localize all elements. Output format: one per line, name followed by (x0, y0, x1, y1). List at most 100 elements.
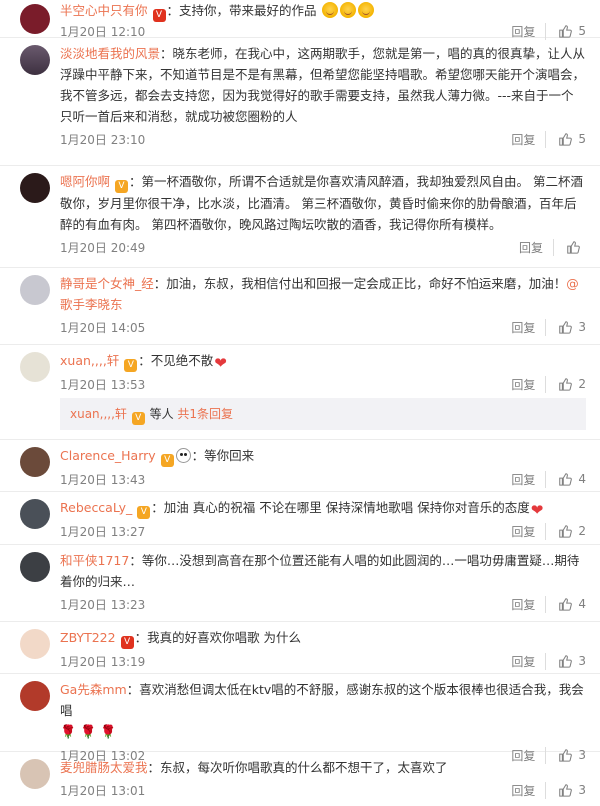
comment-content: ：东叔，每次听你唱歌真的什么都不想干了，太喜欢了 (147, 760, 448, 775)
view-more-replies-link[interactable]: 共1条回复 (177, 407, 233, 421)
reply-button[interactable]: 回复 (511, 595, 547, 613)
like-count: 2 (578, 524, 586, 538)
like-count: 5 (578, 24, 586, 38)
comment-item: RebeccaLy_ V ：加油 真心的祝福 不论在哪里 保持深情地歌唱 保持你对… (0, 492, 600, 545)
thumbs-up-icon (559, 321, 573, 334)
like-button[interactable]: 2 (546, 524, 586, 538)
like-button[interactable]: 5 (546, 24, 586, 38)
comment-meta: 1月20日 13:53 回复 2 (60, 372, 586, 400)
comment-item: Clarence_Harry V ：等你回来 1月20日 13:43 回复 4 (0, 440, 600, 492)
comment-item: 和平侠1717：等你…没想到高音在那个位置还能有人唱的如此圆润的…一唱功毋庸置疑… (0, 545, 600, 622)
like-button[interactable] (554, 240, 586, 254)
comment-content: ：支持你，带来最好的作品 (166, 3, 317, 18)
username-link[interactable]: 麦兜腊肠太爱我 (60, 760, 148, 775)
like-button[interactable]: 3 (546, 783, 586, 797)
sub-reply-others: 等人 (145, 407, 178, 421)
comment-text: 淡淡地看我的风景：晓东老师，在我心中，这两期歌手，您就是第一，唱的真的很真挚，让… (60, 43, 586, 127)
heart-emoji-icon: ❤ (530, 501, 544, 519)
reply-button[interactable]: 回复 (511, 22, 547, 40)
reply-button[interactable]: 回复 (511, 318, 547, 336)
reply-button[interactable]: 回复 (511, 375, 547, 393)
avatar[interactable] (20, 552, 50, 582)
username-link[interactable]: 半空心中只有你 (60, 3, 148, 18)
thumbs-up-icon (559, 784, 573, 797)
comment-content: ：等你回来 (191, 448, 255, 463)
username-link[interactable]: 和平侠1717 (60, 553, 129, 568)
avatar[interactable] (20, 45, 50, 75)
comment-date: 1月20日 13:43 (60, 472, 146, 487)
thumbs-up-icon (559, 378, 573, 391)
username-link[interactable]: xuan,,,,轩 (60, 353, 119, 368)
comment-text: Ga先森mm：喜欢消愁但调太低在ktv唱的不舒服，感谢东叔的这个版本很棒也很适合… (60, 679, 586, 743)
smiley-emoji-icon (357, 2, 374, 18)
like-button[interactable]: 4 (546, 472, 586, 486)
like-count: 3 (578, 783, 586, 797)
comment-text: Clarence_Harry V ：等你回来 (60, 445, 586, 467)
reply-button[interactable]: 回复 (511, 470, 547, 488)
username-link[interactable]: RebeccaLy_ (60, 500, 132, 515)
thumbs-up-icon (559, 525, 573, 538)
username-link[interactable]: ZBYT222 (60, 630, 116, 645)
reply-button[interactable]: 回复 (511, 522, 547, 540)
avatar[interactable] (20, 629, 50, 659)
rose-emoji-icon: 🌹 (80, 725, 97, 740)
sub-reply-user[interactable]: xuan,,,,轩 (70, 407, 127, 421)
avatar[interactable] (20, 275, 50, 305)
username-link[interactable]: Ga先森mm (60, 682, 127, 697)
comment-text: 嗯阿你啊 V ：第一杯酒敬你，所谓不合适就是你喜欢清风醉酒，我却独爱烈风自由。 第… (60, 171, 586, 235)
like-button[interactable]: 4 (546, 597, 586, 611)
comment-content: ：喜欢消愁但调太低在ktv唱的不舒服，感谢东叔的这个版本很棒也很适合我，我会唱 (60, 682, 584, 718)
rose-emoji-icon: 🌹 (100, 725, 117, 740)
reply-button[interactable]: 回复 (511, 652, 547, 670)
comment-text: ZBYT222 V ：我真的好喜欢你唱歌 为什么 (60, 627, 586, 649)
comment-text: 麦兜腊肠太爱我：东叔，每次听你唱歌真的什么都不想干了，太喜欢了 (60, 757, 586, 778)
thumbs-up-icon (559, 655, 573, 668)
comment-meta: 1月20日 13:27 回复 2 (60, 519, 586, 547)
member-badge-icon: V (160, 454, 174, 467)
comment-text: 静哥是个女神_经：加油，东叔，我相信付出和回报一定会成正比，命好不怕运来磨，加油… (60, 273, 586, 315)
comment-item: 淡淡地看我的风景：晓东老师，在我心中，这两期歌手，您就是第一，唱的真的很真挚，让… (0, 38, 600, 166)
thumbs-up-icon (559, 25, 573, 38)
reply-button[interactable]: 回复 (519, 238, 554, 256)
comment-item: 静哥是个女神_经：加油，东叔，我相信付出和回报一定会成正比，命好不怕运来磨，加油… (0, 268, 600, 345)
username-link[interactable]: 嗯阿你啊 (60, 174, 110, 189)
member-badge-icon: V (152, 9, 166, 22)
avatar[interactable] (20, 759, 50, 789)
comment-text: RebeccaLy_ V ：加油 真心的祝福 不论在哪里 保持深情地歌唱 保持你对… (60, 497, 586, 519)
like-count: 5 (578, 132, 586, 146)
like-button[interactable]: 5 (546, 132, 586, 146)
comment-meta: 1月20日 13:23 回复 4 (60, 592, 586, 620)
username-link[interactable]: 静哥是个女神_经 (60, 276, 154, 291)
username-link[interactable]: 淡淡地看我的风景 (60, 46, 160, 61)
comment-feed: 半空心中只有你 V：支持你，带来最好的作品 1月20日 12:10 回复 5 (0, 0, 600, 804)
thumbs-up-icon (559, 473, 573, 486)
avatar[interactable] (20, 681, 50, 711)
comment-date: 1月20日 13:23 (60, 597, 146, 612)
sub-reply-summary[interactable]: xuan,,,,轩 V 等人 共1条回复 (60, 398, 586, 430)
avatar[interactable] (20, 499, 50, 529)
like-button[interactable]: 2 (546, 377, 586, 391)
username-link[interactable]: Clarence_Harry (60, 448, 156, 463)
comment-meta: 1月20日 23:10 回复 5 (60, 127, 586, 155)
comment-item: 半空心中只有你 V ：支持你，带来最好的作品 1月20日 12:10 回复 5 (0, 0, 600, 40)
comment-meta: 1月20日 13:19 回复 3 (60, 649, 586, 677)
like-button[interactable]: 3 (546, 320, 586, 334)
avatar[interactable] (20, 352, 50, 382)
comment-date: 1月20日 14:05 (60, 320, 146, 335)
reply-button[interactable]: 回复 (511, 130, 547, 148)
avatar[interactable] (20, 447, 50, 477)
like-button[interactable]: 3 (546, 654, 586, 668)
panda-emoji-icon (175, 448, 191, 463)
smiley-emoji-icon (339, 2, 356, 18)
member-badge-icon: V (124, 359, 138, 372)
comment-content: ：不见绝不散 (138, 353, 214, 368)
comment-date: 1月20日 13:19 (60, 654, 146, 669)
comment-item: Ga先森mm：喜欢消愁但调太低在ktv唱的不舒服，感谢东叔的这个版本很棒也很适合… (0, 674, 600, 764)
comment-content: ：加油，东叔，我相信付出和回报一定会成正比，命好不怕运来磨，加油！ (153, 276, 567, 291)
like-count: 4 (578, 472, 586, 486)
avatar[interactable] (20, 173, 50, 203)
avatar[interactable] (20, 4, 50, 34)
comment-date: 1月20日 12:10 (60, 24, 146, 39)
reply-button[interactable]: 回复 (511, 781, 547, 799)
heart-emoji-icon: ❤ (214, 354, 227, 372)
